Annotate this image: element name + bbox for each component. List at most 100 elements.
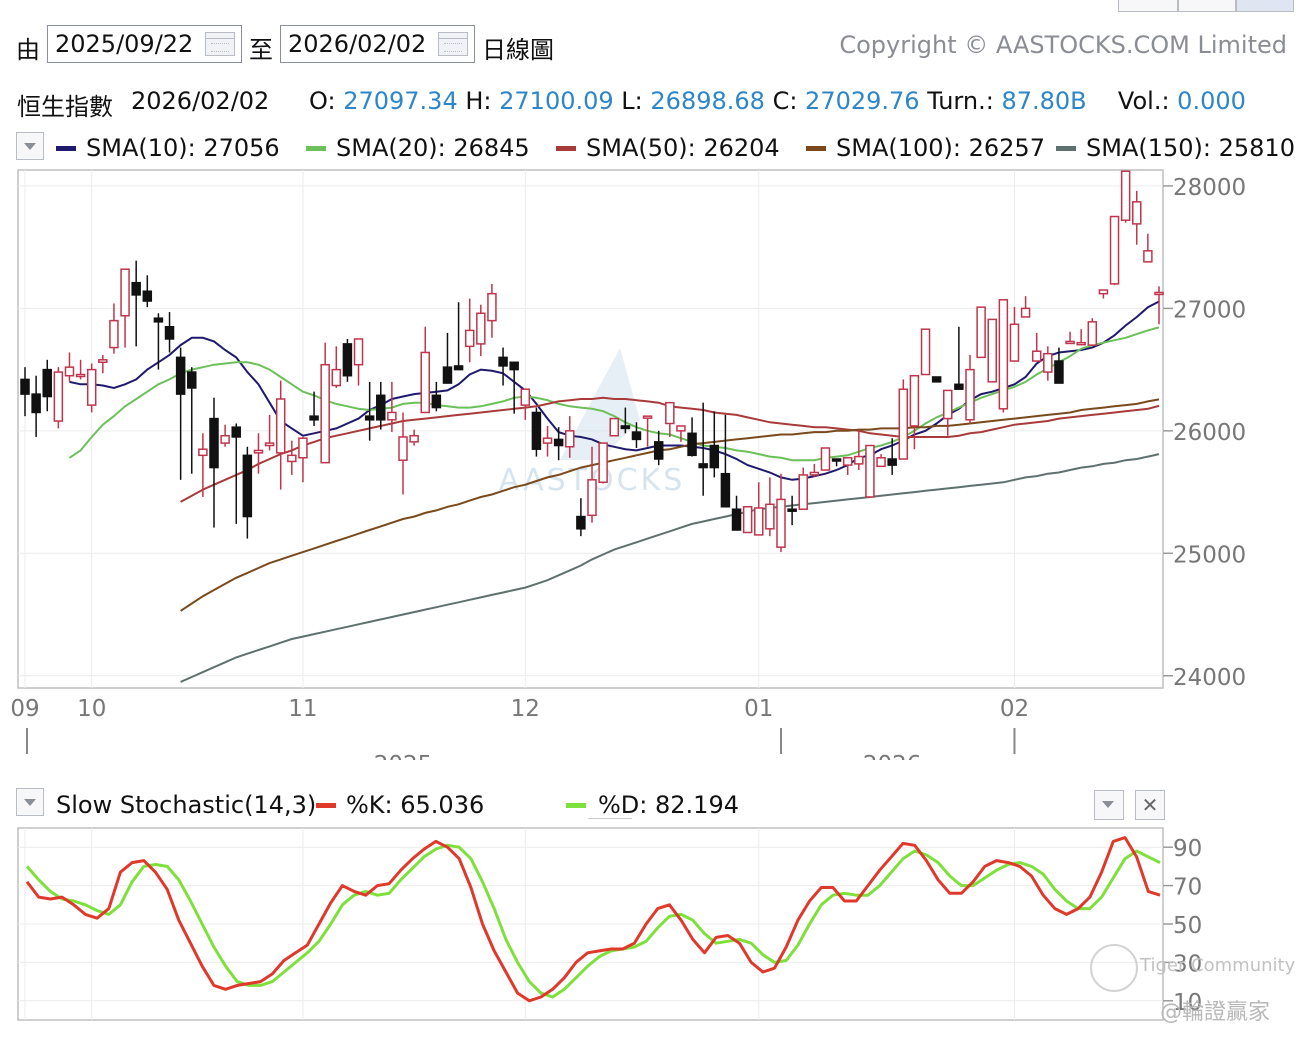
candle-body	[709, 444, 720, 469]
candle-body	[464, 329, 475, 348]
close-value: 27029.76	[805, 87, 920, 115]
candle-body	[253, 449, 264, 454]
y-tick-label: 24000	[1173, 665, 1246, 691]
y-tick-label: 27000	[1173, 297, 1246, 323]
watermark-credit-1: Tiger Community	[1140, 955, 1296, 976]
candle-body	[809, 471, 820, 476]
candle-body	[531, 411, 542, 450]
to-label: 至	[249, 36, 273, 64]
candle-body	[187, 371, 197, 389]
candle-body	[876, 457, 886, 468]
candle-body	[331, 368, 342, 387]
y-tick-label: 90	[1173, 836, 1202, 862]
candle-body	[75, 373, 86, 378]
low-value: 26898.68	[650, 87, 765, 115]
candle-body	[820, 447, 831, 471]
stoch-d-swatch	[566, 803, 586, 808]
x-tick-label: 09	[10, 696, 39, 722]
candle-body	[565, 430, 575, 448]
candle-body	[64, 366, 75, 377]
stoch-k-label: %K: 65.036	[346, 791, 485, 819]
candle-body	[1087, 321, 1098, 346]
candle-body	[1043, 352, 1053, 373]
candle-body	[587, 479, 597, 517]
candle-body	[431, 394, 442, 409]
turnover-label: Turn.:	[927, 87, 994, 115]
x-tick-label: 11	[288, 696, 317, 722]
candle-body	[1132, 201, 1142, 225]
y-tick-label: 50	[1173, 913, 1202, 939]
candle-body	[1120, 170, 1131, 221]
candle-body	[453, 365, 464, 371]
toolbar-button-1[interactable]	[1118, 0, 1178, 12]
candle-body	[965, 368, 975, 421]
sma-swatch	[806, 146, 826, 151]
candle-body	[309, 415, 319, 421]
ohlc-row: O: 27097.34 H: 27100.09 L: 26898.68 C: 2…	[309, 87, 1246, 115]
candle-body	[787, 508, 797, 512]
y-tick-label: 25000	[1173, 542, 1246, 568]
indicator-dropdown[interactable]	[16, 788, 44, 816]
candle-body	[376, 394, 386, 421]
calendar-icon[interactable]	[205, 32, 235, 56]
candle-body	[742, 506, 753, 534]
sma-legend-label: SMA(50): 26204	[586, 134, 780, 162]
stoch-k-swatch	[316, 803, 336, 808]
candle-body	[665, 401, 675, 425]
candle-body	[31, 393, 41, 414]
candle-body	[798, 474, 808, 510]
toolbar-button-2[interactable]	[1178, 0, 1236, 12]
candle-body	[676, 425, 686, 432]
candle-body	[1020, 307, 1031, 318]
candle-body	[353, 338, 364, 366]
candle-body	[943, 389, 953, 420]
candle-body	[398, 436, 408, 461]
to-date-input[interactable]: 2026/02/02	[280, 25, 475, 63]
volume-value: 0.000	[1177, 87, 1246, 115]
year-label: 2025	[374, 752, 433, 760]
y-tick-label: 28000	[1173, 175, 1246, 201]
from-date-input[interactable]: 2025/09/22	[47, 25, 242, 63]
candle-body	[509, 361, 519, 371]
high-value: 27100.09	[499, 87, 614, 115]
candle-body	[909, 374, 920, 427]
candle-body	[287, 454, 297, 463]
candle-body	[320, 363, 330, 464]
candle-body	[109, 319, 119, 349]
candle-body	[175, 356, 186, 395]
candle-body	[498, 356, 508, 367]
candle-body	[242, 454, 253, 518]
candle-body	[420, 351, 430, 414]
candle-body	[387, 411, 397, 421]
year-label: 2026	[863, 752, 922, 760]
candle-body	[142, 290, 153, 302]
candle-body	[842, 457, 853, 466]
candle-body	[642, 415, 653, 419]
candle-body	[487, 292, 497, 322]
candle-body	[987, 318, 997, 383]
candle-body	[53, 371, 64, 422]
candle-body	[754, 507, 764, 536]
open-value: 27097.34	[343, 87, 458, 115]
calendar-icon[interactable]	[438, 32, 468, 56]
candle-body	[687, 432, 697, 457]
collapse-button[interactable]	[1094, 790, 1124, 820]
candle-body	[442, 366, 453, 384]
candle-body	[42, 368, 52, 398]
stoch-title: Slow Stochastic(14,3)	[56, 791, 317, 819]
candle-body	[931, 376, 942, 383]
candle-body	[576, 515, 586, 530]
candle-body	[409, 434, 419, 443]
price-overlay-dropdown[interactable]	[16, 132, 44, 160]
watermark-credit-2: @輪證贏家	[1160, 1000, 1271, 1025]
candle-body	[998, 299, 1009, 410]
candle-body	[598, 442, 608, 484]
x-tick-label: 10	[77, 696, 106, 722]
toolbar-button-3[interactable]	[1236, 0, 1294, 12]
candle-body	[1065, 340, 1075, 345]
candle-body	[854, 455, 864, 465]
candle-body	[542, 437, 553, 444]
close-button[interactable]: ✕	[1135, 790, 1165, 820]
sma-swatch	[56, 146, 76, 151]
candle-body	[731, 508, 742, 531]
